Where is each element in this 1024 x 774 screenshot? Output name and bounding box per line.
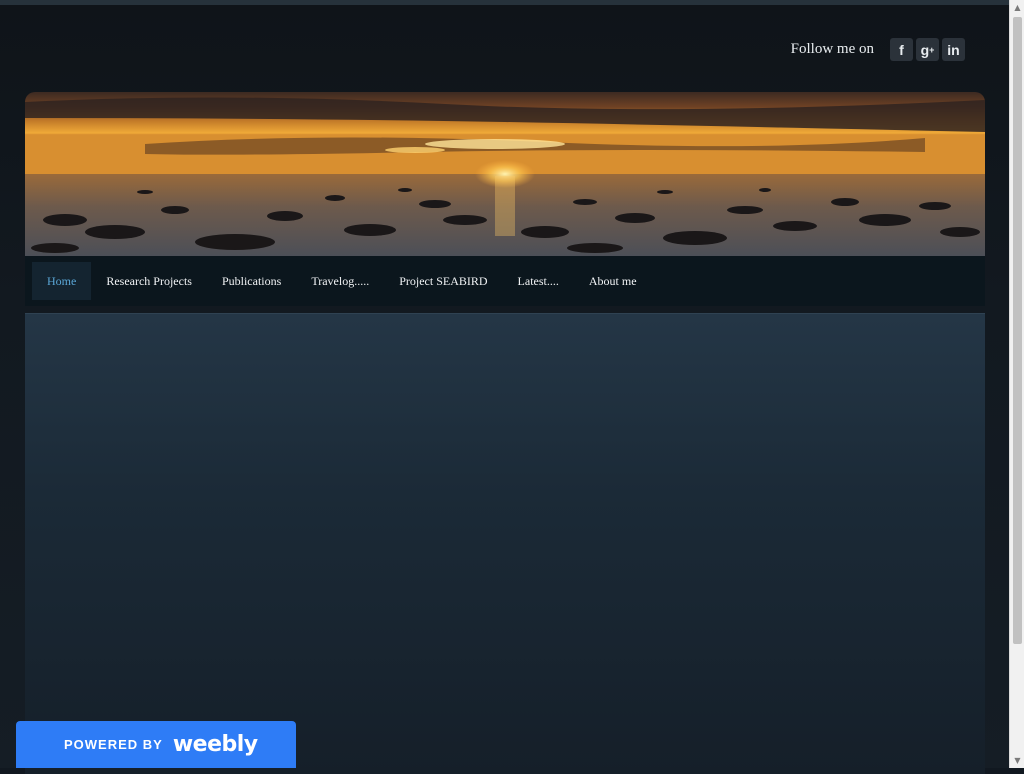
powered-by-label: POWERED BY [64,737,163,752]
linkedin-icon[interactable]: in [942,38,965,61]
nav-item-about-me[interactable]: About me [574,262,652,300]
nav-item-research-projects[interactable]: Research Projects [91,262,207,300]
follow-label: Follow me on [790,41,874,57]
google-plus-icon[interactable]: g + [916,38,939,61]
weebly-logo: weebly [172,732,258,757]
page: Follow me on f g + in Home Research Proj… [0,5,1009,774]
scrollbar-thumb[interactable] [1013,17,1022,644]
nav-item-publications[interactable]: Publications [207,262,296,300]
nav-item-travelog[interactable]: Travelog..... [296,262,384,300]
scroll-up-arrow-icon[interactable]: ▲ [1010,0,1024,15]
vertical-scrollbar[interactable]: ▲ ▼ [1009,0,1024,768]
nav-item-home[interactable]: Home [32,262,92,300]
follow-me-bar: Follow me on f g + in [791,38,965,61]
nav-item-latest[interactable]: Latest.... [503,262,574,300]
scroll-down-arrow-icon[interactable]: ▼ [1010,753,1024,768]
main-content-area [25,313,985,774]
powered-by-weebly-badge[interactable]: POWERED BY weebly [16,721,296,768]
header-banner-image [25,92,985,256]
facebook-icon[interactable]: f [890,38,913,61]
main-navigation: Home Research Projects Publications Trav… [25,256,985,306]
nav-item-project-seabird[interactable]: Project SEABIRD [384,262,502,300]
